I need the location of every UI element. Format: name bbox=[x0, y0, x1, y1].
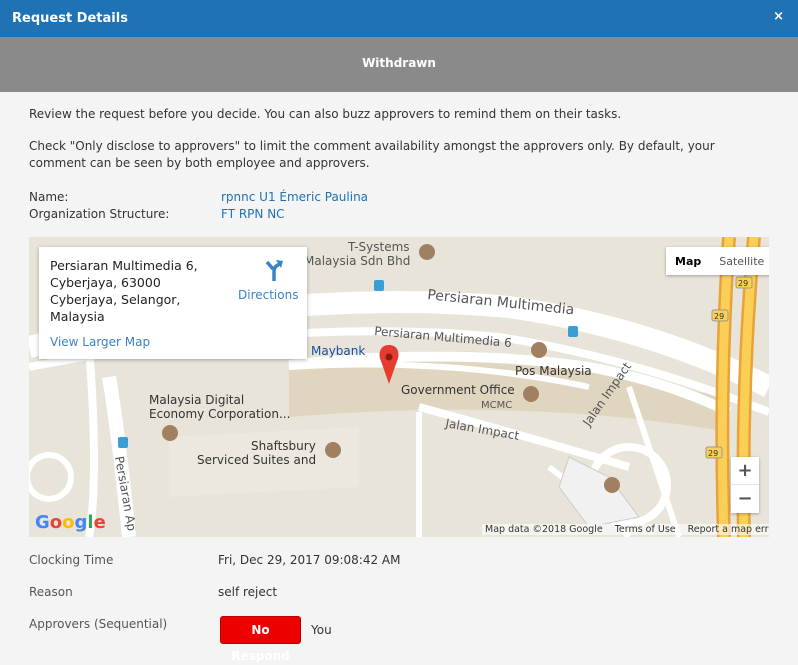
close-icon[interactable]: × bbox=[773, 9, 784, 24]
zoom-out-button[interactable]: − bbox=[731, 485, 759, 513]
reason-value: self reject bbox=[218, 585, 278, 599]
map-info-card: Persiaran Multimedia 6, Cyberjaya, 63000… bbox=[39, 247, 307, 359]
map-type-satellite-button[interactable]: Satellite bbox=[710, 247, 769, 275]
map-label-mdec-2: Economy Corporation... bbox=[149, 407, 290, 421]
map-label-shaftsbury: Shaftsbury bbox=[251, 439, 316, 453]
approver-name: You bbox=[311, 623, 332, 637]
request-content: Review the request before you decide. Yo… bbox=[29, 106, 774, 223]
map-label-tsystems-2: Malaysia Sdn Bhd bbox=[304, 254, 410, 268]
map-route-shield: 29 bbox=[738, 279, 748, 288]
map-type-map-button[interactable]: Map bbox=[666, 247, 710, 275]
name-label: Name: bbox=[29, 190, 69, 204]
status-label: Withdrawn bbox=[362, 56, 436, 70]
map-label-shaftsbury-2: Serviced Suites and bbox=[197, 453, 316, 467]
dialog-title: Request Details bbox=[12, 11, 128, 26]
disclose-hint: Check "Only disclose to approvers" to li… bbox=[29, 139, 715, 170]
address-line: Malaysia bbox=[50, 309, 105, 324]
view-larger-map-link[interactable]: View Larger Map bbox=[50, 335, 150, 349]
map-address: Persiaran Multimedia 6, Cyberjaya, 63000… bbox=[50, 257, 220, 325]
reason-label: Reason bbox=[29, 585, 73, 599]
directions-link[interactable]: Directions bbox=[238, 288, 298, 302]
map-route-shield-2: 29 bbox=[714, 312, 724, 321]
google-logo: Google bbox=[35, 512, 106, 533]
terms-of-use-link[interactable]: Terms of Use bbox=[615, 524, 676, 535]
address-line: Persiaran Multimedia 6, bbox=[50, 258, 198, 273]
map-label-mdec: Malaysia Digital bbox=[149, 393, 244, 407]
clocking-time-value: Fri, Dec 29, 2017 09:08:42 AM bbox=[218, 553, 401, 567]
org-structure-link[interactable]: FT RPN NC bbox=[221, 206, 285, 223]
zoom-control: + − bbox=[731, 457, 759, 513]
map-label-maybank: Maybank bbox=[311, 344, 365, 358]
map-label-tsystems: T-Systems bbox=[347, 240, 410, 254]
address-line: Cyberjaya, Selangor, bbox=[50, 292, 181, 307]
zoom-in-button[interactable]: + bbox=[731, 457, 759, 485]
name-row: Name: rpnnc U1 Émeric Paulina bbox=[29, 189, 774, 206]
map-attribution: Map data ©2018 Google Terms of Use Report … bbox=[482, 524, 769, 535]
status-banner: Withdrawn bbox=[0, 37, 798, 92]
location-map[interactable]: T-Systems Malaysia Sdn Bhd Persiaran Mul… bbox=[29, 237, 769, 537]
map-label-pos: Pos Malaysia bbox=[515, 364, 592, 378]
map-data-credit: Map data ©2018 Google bbox=[485, 524, 603, 535]
approvers-label: Approvers (Sequential) bbox=[29, 617, 168, 631]
directions-icon[interactable] bbox=[264, 259, 284, 281]
clocking-time-label: Clocking Time bbox=[29, 553, 114, 567]
map-type-control: Map Satellite bbox=[666, 247, 769, 275]
map-label-mcmc: MCMC bbox=[481, 400, 512, 411]
address-line: Cyberjaya, 63000 bbox=[50, 275, 161, 290]
dialog-titlebar: Request Details × bbox=[0, 0, 798, 37]
map-route-shield-3: 29 bbox=[708, 449, 718, 458]
org-row: Organization Structure: FT RPN NC bbox=[29, 206, 774, 223]
intro-text: Review the request before you decide. Yo… bbox=[29, 107, 622, 121]
report-map-error-link[interactable]: Report a map error bbox=[688, 524, 769, 535]
employee-name-link[interactable]: rpnnc U1 Émeric Paulina bbox=[221, 189, 368, 206]
org-label: Organization Structure: bbox=[29, 207, 170, 221]
approver-status-badge: No Respond bbox=[220, 616, 301, 663]
map-label-govoffice: Government Office bbox=[401, 383, 515, 397]
